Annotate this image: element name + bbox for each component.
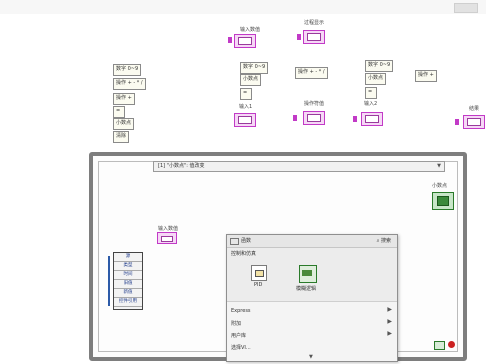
op-value-terminal[interactable] — [303, 111, 325, 125]
input-num-inner-terminal[interactable] — [157, 232, 177, 244]
wire-stub — [297, 34, 301, 40]
expand-more-icon[interactable]: ▼ — [309, 354, 313, 360]
palette-category[interactable]: 控制和仿真 — [231, 250, 256, 257]
cluster-item[interactable]: 类型 — [114, 262, 142, 271]
cluster-item[interactable]: 时间 — [114, 271, 142, 280]
cluster-item[interactable]: 控件引用 — [114, 298, 142, 307]
cluster-item[interactable]: 新值 — [114, 289, 142, 298]
label-decimal-inner: 小数点 — [432, 183, 448, 189]
palette-row-select-vi[interactable]: 选择VI... — [231, 344, 251, 351]
palette-lower-pane: Express ▶ 附加 ▶ 用户库 ▶ 选择VI... ▼ — [227, 301, 397, 361]
scrollbar-indicator[interactable] — [454, 3, 478, 13]
label-input2: 输入2 — [364, 101, 378, 107]
node-digit[interactable]: 数字 0~9 — [365, 60, 394, 72]
cluster-item[interactable]: 旧值 — [114, 280, 142, 289]
search-label: 搜索 — [380, 238, 391, 244]
event-data-node[interactable]: 源 类型 时间 旧值 新值 控件引用 — [108, 252, 143, 310]
pid-icon[interactable] — [251, 265, 267, 281]
display-terminal[interactable] — [303, 30, 325, 44]
node-equal[interactable]: = — [365, 87, 377, 99]
fuzzy-logic-icon[interactable] — [299, 265, 317, 283]
palette-row-addons[interactable]: 附加 — [231, 320, 241, 327]
boolean-icon — [437, 196, 449, 206]
functions-palette[interactable]: 函数 ⌕ 搜索 控制和仿真 PID 模糊逻辑 Express ▶ 附加 ▶ 用户… — [226, 234, 398, 362]
node-decimal[interactable]: 小数点 — [240, 74, 262, 86]
node-decimal[interactable]: 小数点 — [113, 118, 135, 130]
pin-icon[interactable] — [230, 238, 239, 245]
label-input1: 输入1 — [239, 104, 253, 110]
wire-stub — [228, 37, 232, 43]
input-num-terminal[interactable] — [234, 34, 256, 48]
node-op-plus[interactable]: 操作 + — [415, 70, 437, 82]
search-icon: ⌕ — [376, 238, 380, 244]
label-result: 结果 — [469, 106, 480, 112]
wire-stub — [293, 115, 297, 121]
node-decimal[interactable]: 小数点 — [365, 73, 387, 85]
pid-glyph — [255, 270, 264, 277]
palette-title: 函数 — [241, 238, 252, 244]
wire-stub — [455, 119, 459, 125]
label-display: 过程显示 — [304, 20, 325, 26]
palette-row-express[interactable]: Express — [231, 308, 251, 314]
node-operator[interactable]: 操作 + - * / — [295, 67, 328, 79]
palette-titlebar: 函数 ⌕ 搜索 — [227, 235, 397, 248]
fuzzy-logic-label: 模糊逻辑 — [296, 286, 317, 292]
event-case-label: [1] "小数点": 值改变 — [158, 163, 205, 169]
palette-search-button[interactable]: ⌕ 搜索 — [377, 237, 391, 244]
label-op-value: 操作符值 — [304, 101, 325, 107]
pid-label: PID — [254, 282, 263, 288]
stop-terminal[interactable] — [434, 341, 445, 350]
input1-terminal[interactable] — [234, 113, 256, 127]
wire-stub — [353, 116, 357, 122]
palette-row-userlib[interactable]: 用户库 — [231, 332, 246, 339]
input2-terminal[interactable] — [361, 112, 383, 126]
result-terminal[interactable] — [463, 115, 485, 129]
fuzzy-glyph — [302, 270, 312, 276]
chevron-right-icon: ▶ — [387, 318, 392, 325]
node-operator[interactable]: 操作 + - * / — [113, 78, 146, 90]
node-digit[interactable]: 数字 0~9 — [240, 62, 269, 74]
chevron-down-icon[interactable]: ▼ — [437, 162, 441, 171]
node-equal-box[interactable]: = — [113, 106, 125, 118]
top-strip — [0, 0, 486, 14]
chevron-right-icon: ▶ — [387, 330, 392, 337]
chevron-right-icon: ▶ — [387, 306, 392, 313]
node-op-plus[interactable]: 操作 + — [113, 93, 135, 105]
cluster-wire — [108, 256, 116, 306]
decimal-boolean-terminal[interactable] — [432, 192, 454, 210]
label-input-num: 输入数值 — [240, 27, 261, 33]
event-case-selector[interactable]: [1] "小数点": 值改变 ▼ — [153, 161, 445, 172]
node-clear[interactable]: 清除 — [113, 131, 130, 143]
node-digit[interactable]: 数字 0~9 — [113, 64, 142, 76]
stop-icon[interactable] — [448, 341, 455, 348]
node-equal[interactable]: = — [240, 88, 252, 100]
cluster-item[interactable]: 源 — [114, 253, 142, 262]
